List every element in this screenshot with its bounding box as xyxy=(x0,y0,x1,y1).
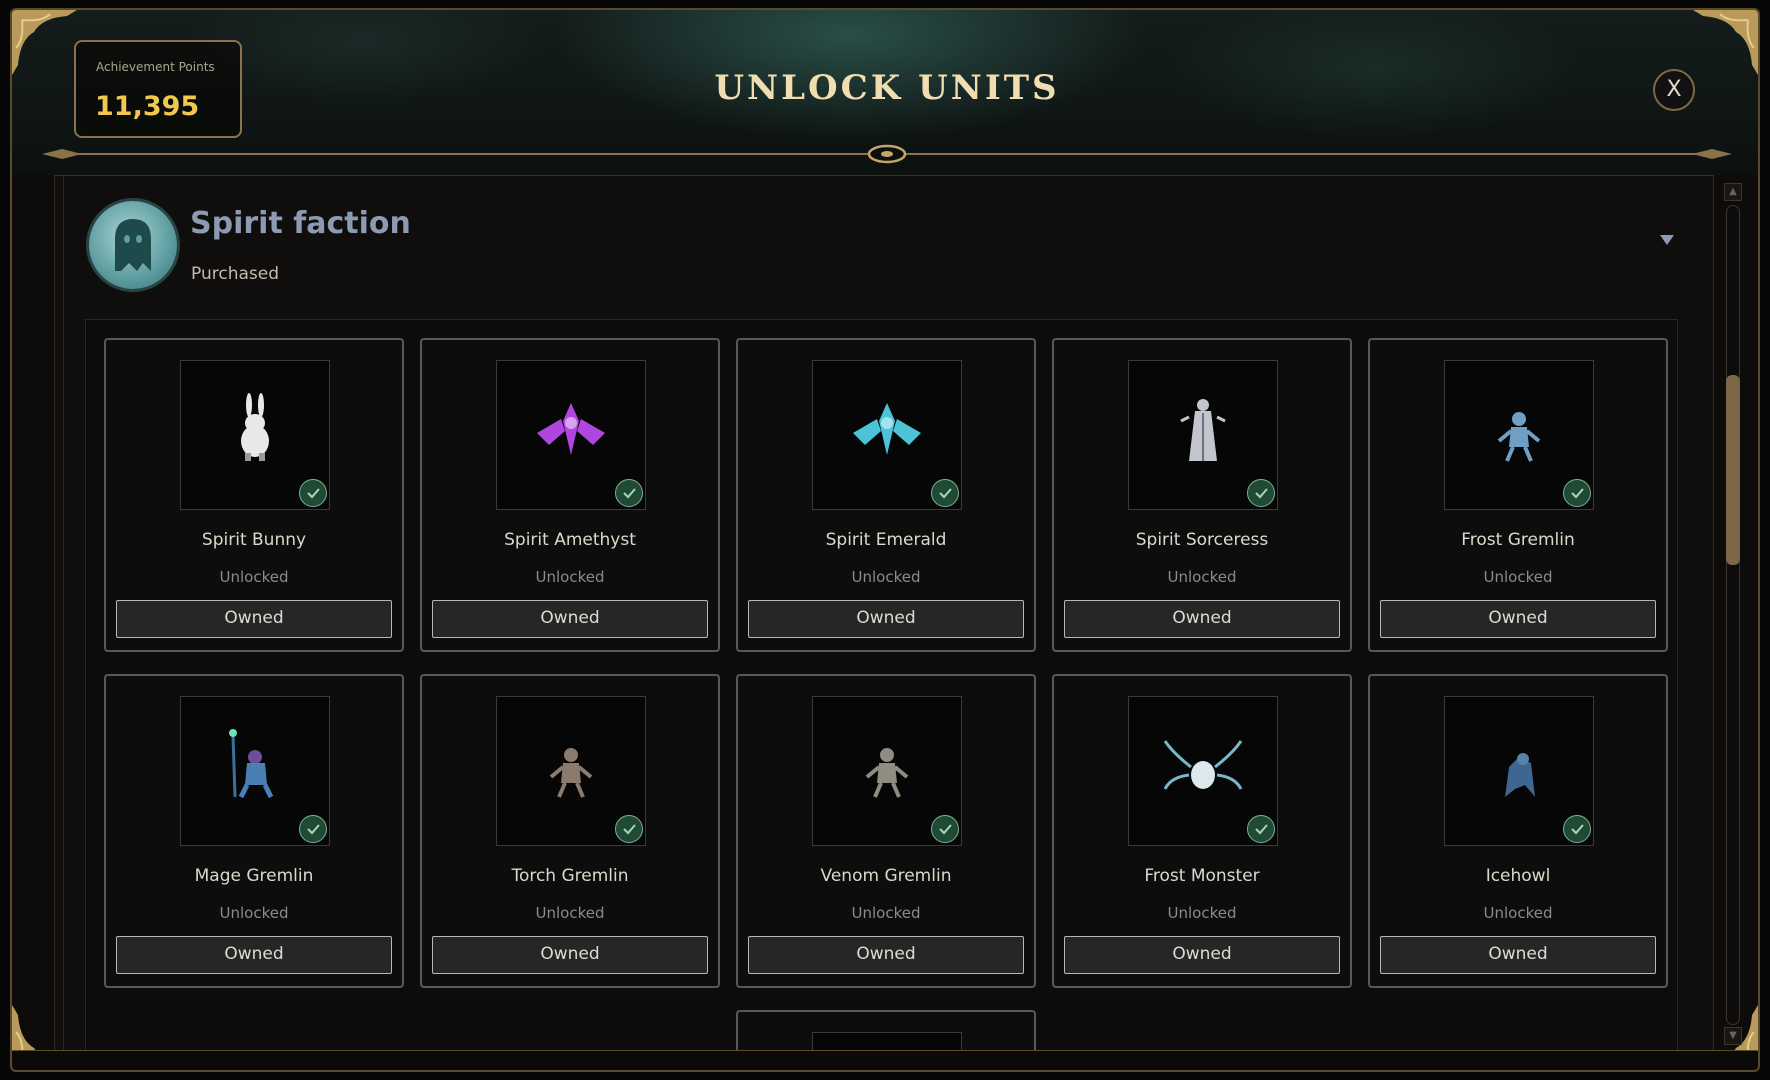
checkmark-icon xyxy=(1563,815,1591,843)
unlock-units-window: Achievement Points 11,395 UNLOCK UNITS X… xyxy=(10,8,1760,1072)
owned-button[interactable]: Owned xyxy=(748,600,1024,638)
scroll-track[interactable] xyxy=(1726,205,1740,1025)
scroll-thumb[interactable] xyxy=(1726,375,1740,565)
unit-name: Icehowl xyxy=(1485,866,1551,886)
owned-button[interactable]: Owned xyxy=(432,936,708,974)
owned-button[interactable]: Owned xyxy=(748,936,1024,974)
scrollbar[interactable]: ▲ ▼ xyxy=(1718,175,1748,1055)
unit-status: Unlocked xyxy=(1167,568,1237,586)
unit-name: Spirit Bunny xyxy=(201,530,307,550)
unit-card[interactable]: Spirit Emerald Unlocked Owned xyxy=(736,338,1036,652)
unit-name: Torch Gremlin xyxy=(511,866,629,886)
checkmark-icon xyxy=(299,815,327,843)
gremlin-portrait-icon xyxy=(1444,360,1594,510)
monster-portrait-icon xyxy=(1128,696,1278,846)
unit-grid: Spirit Bunny Unlocked Owned Spirit Amethys… xyxy=(85,319,1678,1070)
unit-name: Venom Gremlin xyxy=(820,866,952,886)
unit-name: Frost Monster xyxy=(1144,866,1260,886)
unit-status: Unlocked xyxy=(851,568,921,586)
faction-name: Spirit faction xyxy=(190,206,411,241)
close-button[interactable]: X xyxy=(1653,69,1695,111)
unit-card[interactable]: Mage Gremlin Unlocked Owned xyxy=(104,674,404,988)
faction-panel: Spirit faction Purchased Spirit Bunny Unl… xyxy=(54,175,1714,1070)
checkmark-icon xyxy=(1247,479,1275,507)
owned-button[interactable]: Owned xyxy=(1064,936,1340,974)
unit-status: Unlocked xyxy=(535,568,605,586)
unit-name: Frost Gremlin xyxy=(1461,530,1575,550)
bunny-portrait-icon xyxy=(180,360,330,510)
unit-card[interactable]: Frost Gremlin Unlocked Owned xyxy=(1368,338,1668,652)
unit-status: Unlocked xyxy=(219,904,289,922)
faction-status: Purchased xyxy=(191,264,279,284)
crystal-portrait-icon xyxy=(496,360,646,510)
crystal-portrait-icon xyxy=(812,360,962,510)
unit-name: Mage Gremlin xyxy=(194,866,314,886)
owned-button[interactable]: Owned xyxy=(116,936,392,974)
scroll-down-icon[interactable]: ▼ xyxy=(1724,1027,1742,1045)
unit-status: Unlocked xyxy=(219,568,289,586)
owned-button[interactable]: Owned xyxy=(1064,600,1340,638)
checkmark-icon xyxy=(299,479,327,507)
unit-name: Spirit Emerald xyxy=(825,530,947,550)
page-title: UNLOCK UNITS xyxy=(714,68,1060,108)
unit-card[interactable]: Torch Gremlin Unlocked Owned xyxy=(420,674,720,988)
checkmark-icon xyxy=(931,815,959,843)
panel-edge xyxy=(63,176,64,1070)
checkmark-icon xyxy=(931,479,959,507)
unit-status: Unlocked xyxy=(1167,904,1237,922)
chevron-down-icon[interactable] xyxy=(1657,230,1677,250)
gremlin-portrait-icon xyxy=(496,696,646,846)
unit-status: Unlocked xyxy=(1483,904,1553,922)
owned-button[interactable]: Owned xyxy=(432,600,708,638)
owned-button[interactable]: Owned xyxy=(116,600,392,638)
unit-card[interactable]: Spirit Amethyst Unlocked Owned xyxy=(420,338,720,652)
unit-card[interactable]: Venom Gremlin Unlocked Owned xyxy=(736,674,1036,988)
checkmark-icon xyxy=(1563,479,1591,507)
header-divider xyxy=(42,144,1732,164)
unit-card[interactable]: Frost Monster Unlocked Owned xyxy=(1052,674,1352,988)
unit-card[interactable]: Spirit Bunny Unlocked Owned xyxy=(104,338,404,652)
unit-status: Unlocked xyxy=(535,904,605,922)
owned-button[interactable]: Owned xyxy=(1380,936,1656,974)
unit-status: Unlocked xyxy=(1483,568,1553,586)
gremlin-portrait-icon xyxy=(812,696,962,846)
window-bottom-edge xyxy=(12,1050,1758,1070)
unit-name: Spirit Sorceress xyxy=(1135,530,1269,550)
ghost-icon xyxy=(89,201,177,289)
unit-status: Unlocked xyxy=(851,904,921,922)
mage-portrait-icon xyxy=(180,696,330,846)
checkmark-icon xyxy=(1247,815,1275,843)
unit-card[interactable]: Spirit Sorceress Unlocked Owned xyxy=(1052,338,1352,652)
unit-card[interactable]: Icehowl Unlocked Owned xyxy=(1368,674,1668,988)
sorceress-portrait-icon xyxy=(1128,360,1278,510)
owned-button[interactable]: Owned xyxy=(1380,600,1656,638)
checkmark-icon xyxy=(615,815,643,843)
unit-name: Spirit Amethyst xyxy=(504,530,636,550)
beast-portrait-icon xyxy=(1444,696,1594,846)
checkmark-icon xyxy=(615,479,643,507)
scroll-up-icon[interactable]: ▲ xyxy=(1724,183,1742,201)
